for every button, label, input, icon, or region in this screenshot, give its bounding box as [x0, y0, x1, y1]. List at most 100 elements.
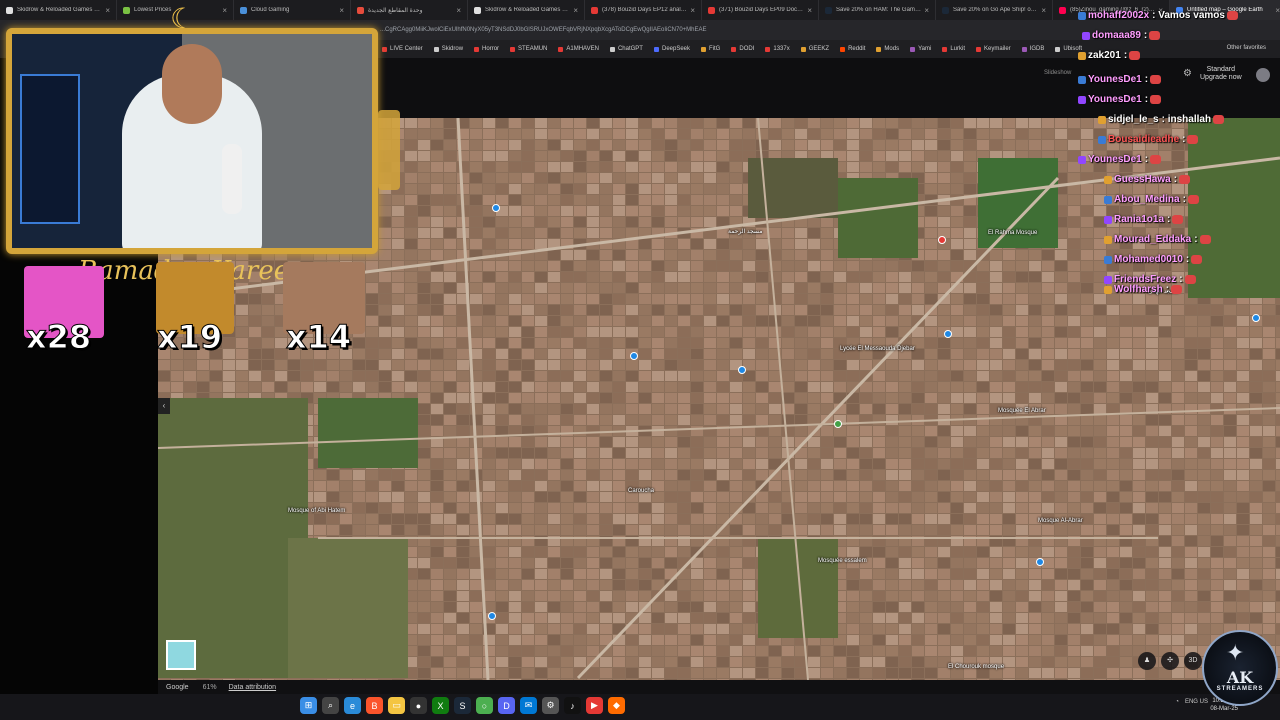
settings-icon[interactable]: ⚙ [542, 697, 559, 714]
map-place-label[interactable]: مسجد الرحمة [728, 228, 762, 235]
bookmark-item[interactable]: ChatGPT [609, 46, 643, 52]
edge-icon[interactable]: e [344, 697, 361, 714]
compass-icon[interactable]: ✣ [1161, 652, 1179, 670]
browser-tab[interactable]: (378) Bouzid Days EP12 analyse × [585, 0, 702, 20]
close-icon[interactable]: × [573, 6, 578, 15]
map-pin-icon[interactable] [834, 420, 842, 428]
map-pin-icon[interactable] [492, 204, 500, 212]
bookmark-icon [800, 46, 806, 52]
obs-icon[interactable]: ● [410, 697, 427, 714]
map-place-label[interactable]: Mosquée El Abrar [998, 408, 1046, 414]
chat-message: GuessHawa: [1104, 174, 1191, 185]
chat-username: YounesDe1 [1088, 154, 1142, 165]
map-pin-icon[interactable] [1252, 314, 1260, 322]
bookmark-item[interactable]: Keymailer [975, 46, 1011, 52]
person-icon[interactable]: ♟ [1138, 652, 1156, 670]
bookmark-item[interactable]: IGDB [1021, 46, 1044, 52]
bookmark-item[interactable]: Yami [910, 46, 931, 52]
tab-title: Cloud Gaming [251, 7, 290, 13]
map-style-button[interactable] [166, 640, 196, 670]
map-pin-icon[interactable] [944, 330, 952, 338]
address-text[interactable]: ...CgRCAgg0MiiKJwolCiExUlhfN0NyX05yT3NSd… [380, 27, 707, 33]
close-icon[interactable]: × [456, 6, 461, 15]
panel-collapse-button[interactable]: ‹ [158, 398, 170, 414]
bookmark-item[interactable]: DODI [731, 46, 754, 52]
data-attribution-link[interactable]: Data attribution [229, 684, 276, 691]
map-pin-icon[interactable] [738, 366, 746, 374]
steam-icon[interactable]: S [454, 697, 471, 714]
search-icon[interactable]: ⌕ [322, 697, 339, 714]
map-pin-icon[interactable] [938, 236, 946, 244]
browser-tab[interactable]: (371) Bouzid Days EP09 Docteur × [702, 0, 819, 20]
bookmark-item[interactable]: Skidrow [433, 46, 463, 52]
chat-text: : [1173, 174, 1178, 185]
browser-tab[interactable]: Save 20% on Go Ape Ship! on St × [936, 0, 1053, 20]
browser-tab[interactable]: Save 20% on HAM: The Game on × [819, 0, 936, 20]
chat-message: Bousaidieadhe: [1098, 134, 1199, 145]
chat-username: YounesDe1 [1088, 74, 1142, 85]
close-icon[interactable]: × [339, 6, 344, 15]
close-icon[interactable]: × [690, 6, 695, 15]
bookmark-item[interactable]: STEAMUN [510, 46, 547, 52]
browser-tab[interactable]: Skidrow & Reloaded Games – Do × [0, 0, 117, 20]
bookmark-icon [731, 46, 737, 52]
chat-message: Mourad_Eddaka: [1104, 234, 1211, 245]
slideshow-button[interactable]: Slideshow [1044, 70, 1071, 76]
map-pin-icon[interactable] [488, 612, 496, 620]
bookmark-item[interactable]: DeepSeek [653, 46, 690, 52]
map-place-label[interactable]: El Chourouk mosque [948, 664, 1004, 670]
lang-indicator[interactable]: ENG US [1185, 699, 1208, 705]
crescent-moon-icon: ☾ [170, 3, 196, 34]
browser-tab[interactable]: Skidrow & Reloaded Games – Do × [468, 0, 585, 20]
streamer-head [162, 44, 222, 124]
close-icon[interactable]: × [924, 6, 929, 15]
chat-username: Bousaidieadhe [1108, 134, 1180, 145]
map-place-label[interactable]: Mosque Al-Abrar [1038, 518, 1083, 524]
bookmark-item[interactable]: 1337x [765, 46, 790, 52]
bookmark-label: STEAMUN [518, 46, 548, 52]
bookmark-item[interactable]: FitG [701, 46, 720, 52]
bookmark-item[interactable]: Lurkit [942, 46, 965, 52]
chat-emote-icon [1172, 215, 1184, 224]
map-place-label[interactable]: Mosquée essalem [818, 558, 867, 564]
map-place-label[interactable]: Caroucha [628, 488, 654, 494]
bookmark-item[interactable]: A1MHAVEN [558, 46, 599, 52]
browser-tab[interactable]: وحدة المقاطع الجديدة × [351, 0, 468, 20]
map-place-label[interactable]: El Rahma Mosque [988, 230, 1037, 236]
windows-start-icon[interactable]: ⊞ [300, 697, 317, 714]
mail-icon[interactable]: ✉ [520, 697, 537, 714]
chat-text: : [1165, 284, 1170, 295]
map-place-label[interactable]: Lycée El Messaouda Djebar [840, 346, 915, 352]
bookmark-label: GEEKZ [808, 46, 830, 52]
discord-icon[interactable]: D [498, 697, 515, 714]
bookmark-item[interactable]: Reddit [840, 46, 865, 52]
close-icon[interactable]: × [807, 6, 812, 15]
bookmark-icon [765, 46, 771, 52]
chrome-icon[interactable]: ○ [476, 697, 493, 714]
chat-message: zak201: [1078, 50, 1141, 61]
3d-toggle[interactable]: 3D [1184, 652, 1202, 670]
browser-tab[interactable]: Cloud Gaming × [234, 0, 351, 20]
files-icon[interactable]: ▭ [388, 697, 405, 714]
bookmark-item[interactable]: Mods [876, 46, 899, 52]
bookmark-item[interactable]: Horror [474, 46, 499, 52]
map-pin-icon[interactable] [630, 352, 638, 360]
map-place-label[interactable]: Mosque of Abi Hatem [288, 508, 345, 514]
close-icon[interactable]: × [1041, 6, 1046, 15]
bookmark-icon [609, 46, 615, 52]
app-icon-2[interactable]: ◆ [608, 697, 625, 714]
map-pin-icon[interactable] [1036, 558, 1044, 566]
bookmark-icon [474, 46, 480, 52]
close-icon[interactable]: × [222, 6, 227, 15]
bookmark-item[interactable]: GEEKZ [800, 46, 830, 52]
wifi-icon[interactable]: ◔ [1175, 699, 1179, 705]
close-icon[interactable]: × [105, 6, 110, 15]
bookmark-icon [1021, 46, 1027, 52]
brave-icon[interactable]: B [366, 697, 383, 714]
bookmark-item[interactable]: LIVE Center [382, 46, 423, 52]
xbox-icon[interactable]: X [432, 697, 449, 714]
chat-text: : [1144, 94, 1149, 105]
app-icon[interactable]: ▶ [586, 697, 603, 714]
tiktok-icon[interactable]: ♪ [564, 697, 581, 714]
tab-title: (371) Bouzid Days EP09 Docteur [719, 7, 805, 13]
